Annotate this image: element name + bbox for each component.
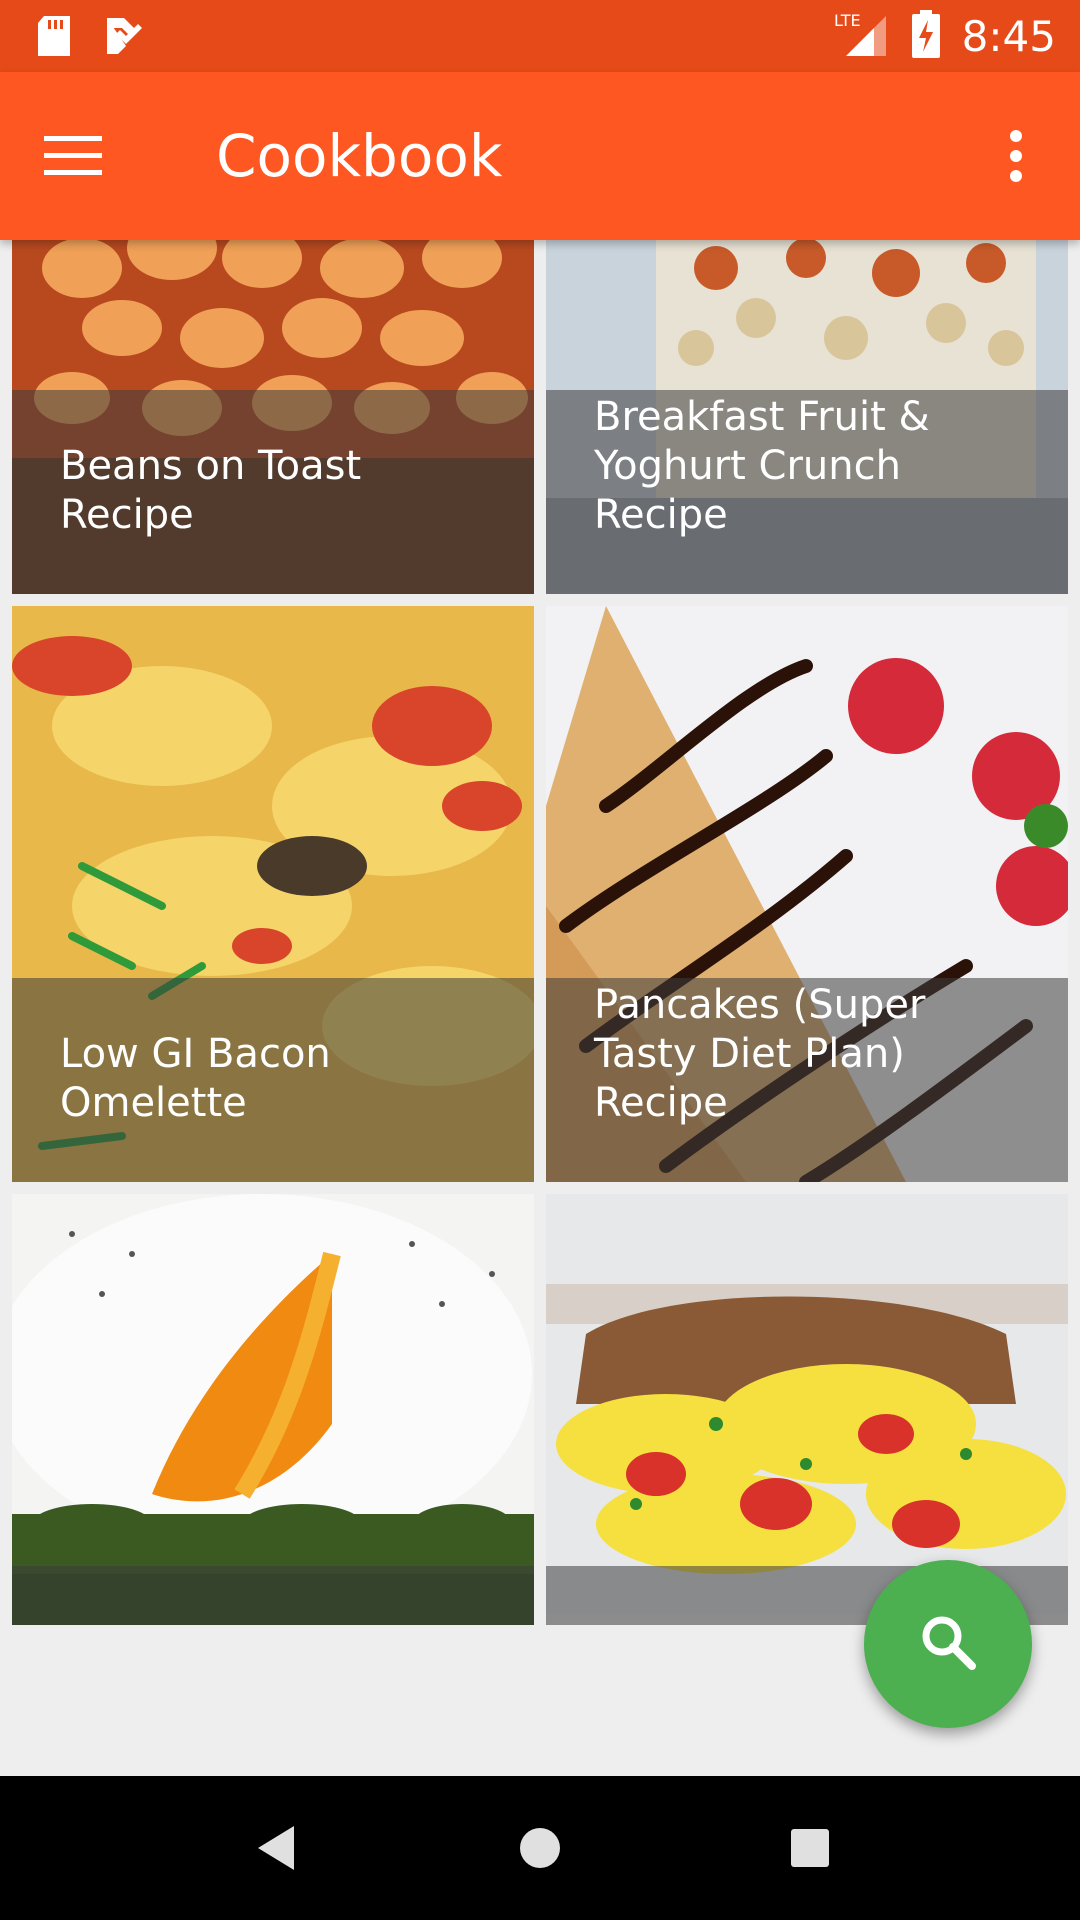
search-icon — [918, 1612, 978, 1677]
recipe-card-bacon-omelette[interactable]: Low GI Bacon Omelette — [12, 606, 534, 1182]
recipe-grid: Beans on Toast Recipe Breakfast Fruit & … — [12, 240, 1068, 1625]
recipe-title: Breakfast Fruit & Yoghurt Crunch Recipe — [594, 394, 930, 538]
recents-icon — [774, 1829, 846, 1888]
recipe-card-pancakes[interactable]: Pancakes (Super Tasty Diet Plan) Recipe — [546, 606, 1068, 1182]
sd-card-icon — [36, 14, 72, 63]
app-bar: Cookbook — [0, 72, 1080, 240]
tasks-check-icon — [104, 14, 144, 63]
recents-button[interactable] — [774, 1812, 846, 1884]
recipe-title: Low GI Bacon Omelette — [60, 1031, 331, 1126]
more-vert-icon — [992, 130, 1040, 192]
system-nav-bar — [0, 1776, 1080, 1920]
search-fab[interactable] — [864, 1560, 1032, 1728]
back-button[interactable] — [240, 1812, 312, 1884]
hamburger-menu-button[interactable] — [44, 124, 124, 188]
status-right-icons: LTE 8:45 — [834, 10, 1056, 63]
svg-text:LTE: LTE — [834, 11, 861, 30]
recipe-card-beans-on-toast[interactable]: Beans on Toast Recipe — [12, 240, 534, 594]
app-title: Cookbook — [216, 122, 503, 190]
back-icon — [240, 1826, 312, 1888]
recipe-photo-poached-egg — [12, 1194, 534, 1625]
hamburger-menu-icon — [44, 136, 104, 192]
home-button[interactable] — [504, 1812, 576, 1884]
status-left-icons — [36, 14, 144, 63]
overflow-menu-button[interactable] — [992, 124, 1040, 188]
recipe-title: Beans on Toast Recipe — [60, 443, 362, 538]
caption-band — [12, 1566, 534, 1625]
status-bar: LTE 8:45 — [0, 0, 1080, 72]
lte-signal-icon: LTE — [834, 10, 890, 63]
recipe-card-fruit-yoghurt[interactable]: Breakfast Fruit & Yoghurt Crunch Recipe — [546, 240, 1068, 594]
battery-charging-icon — [911, 10, 940, 63]
home-icon — [504, 1828, 576, 1888]
status-clock: 8:45 — [961, 12, 1056, 61]
recipe-title: Pancakes (Super Tasty Diet Plan) Recipe — [594, 982, 926, 1126]
recipe-card-scrambled-eggs[interactable] — [546, 1194, 1068, 1625]
recipe-photo-scrambled-eggs — [546, 1194, 1068, 1625]
recipe-card-poached-egg[interactable] — [12, 1194, 534, 1625]
